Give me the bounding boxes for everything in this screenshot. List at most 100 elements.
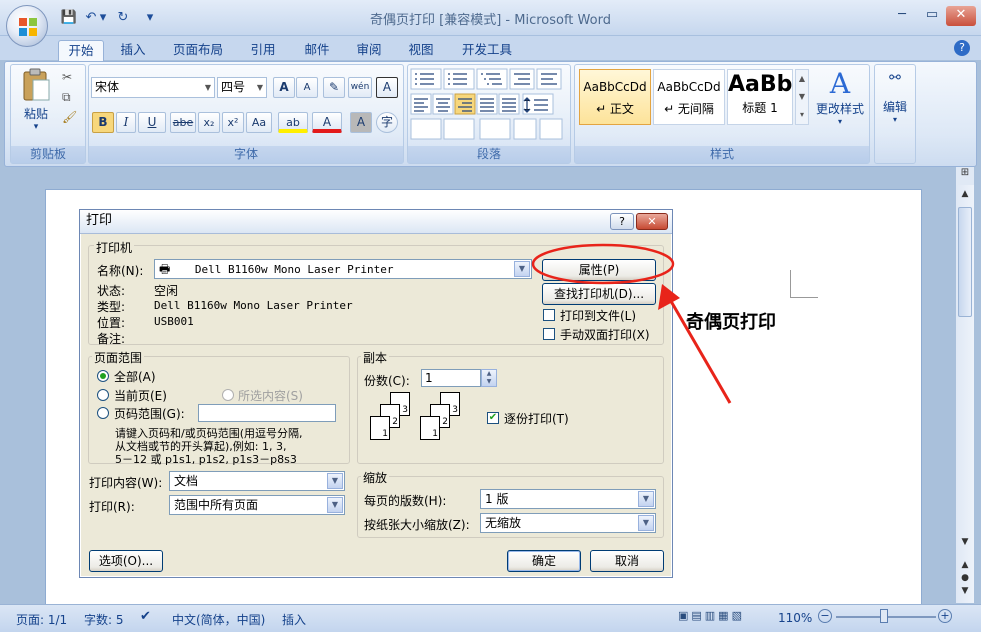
print-pages-dropdown-icon: ▼ xyxy=(327,497,343,513)
clear-format-button[interactable]: ✎ xyxy=(323,77,345,98)
dialog-close-button[interactable]: ✕ xyxy=(636,213,668,230)
italic-button[interactable]: I xyxy=(116,112,136,133)
pages-per-sheet-combo[interactable]: 1 版 ▼ xyxy=(480,489,656,509)
office-logo-icon xyxy=(19,18,37,36)
close-button[interactable]: ✕ xyxy=(946,6,976,26)
page-range-input[interactable] xyxy=(198,404,336,422)
cancel-button[interactable]: 取消 xyxy=(590,550,664,572)
dialog-help-button[interactable]: ? xyxy=(610,213,634,230)
copies-count-value: 1 xyxy=(425,371,433,385)
shrink-font-button[interactable]: A xyxy=(296,77,318,98)
strikethrough-button[interactable]: abe xyxy=(170,112,196,133)
help-icon[interactable]: ? xyxy=(954,40,970,56)
ruler-toggle-icon[interactable]: ⊞ xyxy=(956,167,974,185)
range-selection-label: 所选内容(S) xyxy=(238,389,303,403)
tab-review[interactable]: 审阅 xyxy=(346,40,392,62)
print-pages-value: 范围中所有页面 xyxy=(174,498,259,512)
watermark-logo: Baidu经验 xyxy=(760,551,917,586)
window-title: 奇偶页打印 [兼容模式] - Microsoft Word xyxy=(370,13,611,28)
highlight-button[interactable]: ab xyxy=(278,112,308,133)
printer-name-value: Dell B1160w Mono Laser Printer xyxy=(194,263,394,276)
range-selection-radio[interactable] xyxy=(222,389,234,401)
printer-name-combo[interactable]: 🖶 Dell B1160w Mono Laser Printer ▼ xyxy=(154,259,532,279)
printer-status-label: 状态: xyxy=(97,284,126,298)
font-size-combo[interactable]: 四号 ▼ xyxy=(217,77,267,98)
paste-dropdown-icon: ▾ xyxy=(33,122,39,132)
style-heading1-name: 标题 1 xyxy=(742,101,778,115)
printer-type-value: Dell B1160w Mono Laser Printer xyxy=(154,299,353,312)
pages-per-sheet-dropdown-icon: ▼ xyxy=(638,491,654,507)
copies-spinbox[interactable]: 1 xyxy=(421,369,481,387)
style-no-spacing-preview: AaBbCcDd xyxy=(657,80,721,94)
range-pages-radio[interactable] xyxy=(97,407,109,419)
char-border-button[interactable]: A xyxy=(376,77,398,98)
maximize-button[interactable]: ▭ xyxy=(918,6,946,26)
style-normal[interactable]: AaBbCcDd ↵ 正文 xyxy=(579,69,651,125)
status-page[interactable]: 页面: 1/1 xyxy=(16,611,67,628)
tab-home[interactable]: 开始 xyxy=(58,40,104,62)
superscript-button[interactable]: x² xyxy=(222,112,244,133)
range-hint-line3: 5－12 或 p1s1, p1s2, p1s3－p8s3 xyxy=(115,453,297,466)
page-range-section-label: 页面范围 xyxy=(92,349,145,366)
minimize-button[interactable]: ─ xyxy=(888,6,916,26)
tab-page-layout[interactable]: 页面布局 xyxy=(164,40,232,62)
editing-button[interactable]: ⚯ 编辑 ▾ xyxy=(876,70,914,124)
zoom-out-icon[interactable]: − xyxy=(818,609,832,623)
change-styles-button[interactable]: A 更改样式 ▾ xyxy=(812,68,868,127)
ok-button[interactable]: 确定 xyxy=(507,550,581,572)
enclose-char-button[interactable]: 字 xyxy=(376,112,398,133)
options-button[interactable]: 选项(O)... xyxy=(89,550,163,572)
scale-to-paper-value: 无缩放 xyxy=(485,516,522,530)
zoom-level[interactable]: 110% xyxy=(778,611,812,625)
print-pages-combo[interactable]: 范围中所有页面 ▼ xyxy=(169,495,345,515)
tab-view[interactable]: 视图 xyxy=(398,40,444,62)
scroll-down-icon[interactable]: ▼ xyxy=(958,537,972,551)
scroll-thumb[interactable] xyxy=(958,207,972,317)
font-name-combo[interactable]: 宋体 ▼ xyxy=(91,77,215,98)
view-buttons[interactable]: ▣▤▥▦▧ xyxy=(678,609,766,627)
zoom-in-icon[interactable]: + xyxy=(938,609,952,623)
status-insert-mode[interactable]: 插入 xyxy=(282,611,306,628)
tab-references[interactable]: 引用 xyxy=(240,40,286,62)
style-normal-name: ↵ 正文 xyxy=(596,102,634,116)
range-all-radio[interactable] xyxy=(97,370,109,382)
print-what-dropdown-icon: ▼ xyxy=(327,473,343,489)
cut-icon[interactable]: ✂ xyxy=(62,70,72,84)
grow-font-button[interactable]: A xyxy=(273,77,295,98)
format-painter-icon[interactable]: 🖌 xyxy=(62,110,77,124)
collate-checkbox[interactable]: ✔ xyxy=(487,412,499,424)
scroll-up-icon[interactable]: ▲ xyxy=(958,189,972,203)
style-heading1[interactable]: AaBb 标题 1 xyxy=(727,69,793,125)
style-heading1-preview: AaBb xyxy=(728,72,793,97)
status-words[interactable]: 字数: 5 xyxy=(84,611,124,628)
page-corner-mark xyxy=(790,270,818,298)
subscript-button[interactable]: x₂ xyxy=(198,112,220,133)
printer-name-label: 名称(N): xyxy=(97,264,144,278)
zoom-slider-thumb[interactable] xyxy=(880,609,888,623)
range-current-radio[interactable] xyxy=(97,389,109,401)
browse-object-icon[interactable]: ▲ ● ▼ xyxy=(958,559,972,599)
copies-spin-arrows[interactable]: ▲ ▼ xyxy=(481,369,497,387)
copies-section-label: 副本 xyxy=(361,349,390,366)
vertical-scrollbar[interactable]: ▲ ▼ ▲ ● ▼ xyxy=(956,167,974,603)
styles-scroll[interactable]: ▲ ▼ ▾ xyxy=(795,69,809,125)
office-button[interactable] xyxy=(6,5,48,47)
tab-insert[interactable]: 插入 xyxy=(110,40,156,62)
phonetic-guide-button[interactable]: wén xyxy=(348,77,372,98)
paragraph-buttons-icon[interactable] xyxy=(410,68,568,140)
char-shading-button[interactable]: A xyxy=(350,112,372,133)
change-case-button[interactable]: Aa xyxy=(246,112,272,133)
paste-label: 粘贴 xyxy=(23,107,48,121)
bold-button[interactable]: B xyxy=(92,112,114,133)
status-language[interactable]: 中文(简体，中国) xyxy=(172,611,265,628)
paste-button[interactable]: 粘贴 ▾ xyxy=(16,68,56,138)
scale-to-paper-combo[interactable]: 无缩放 ▼ xyxy=(480,513,656,533)
tab-developer[interactable]: 开发工具 xyxy=(452,40,522,62)
print-what-combo[interactable]: 文档 ▼ xyxy=(169,471,345,491)
copy-icon[interactable]: ⧉ xyxy=(62,90,71,105)
underline-button[interactable]: U xyxy=(138,112,166,133)
tab-mailings[interactable]: 邮件 xyxy=(294,40,340,62)
font-color-button[interactable]: A xyxy=(312,112,342,133)
proofing-icon[interactable]: ✔ xyxy=(140,609,151,624)
style-no-spacing[interactable]: AaBbCcDd ↵ 无间隔 xyxy=(653,69,725,125)
